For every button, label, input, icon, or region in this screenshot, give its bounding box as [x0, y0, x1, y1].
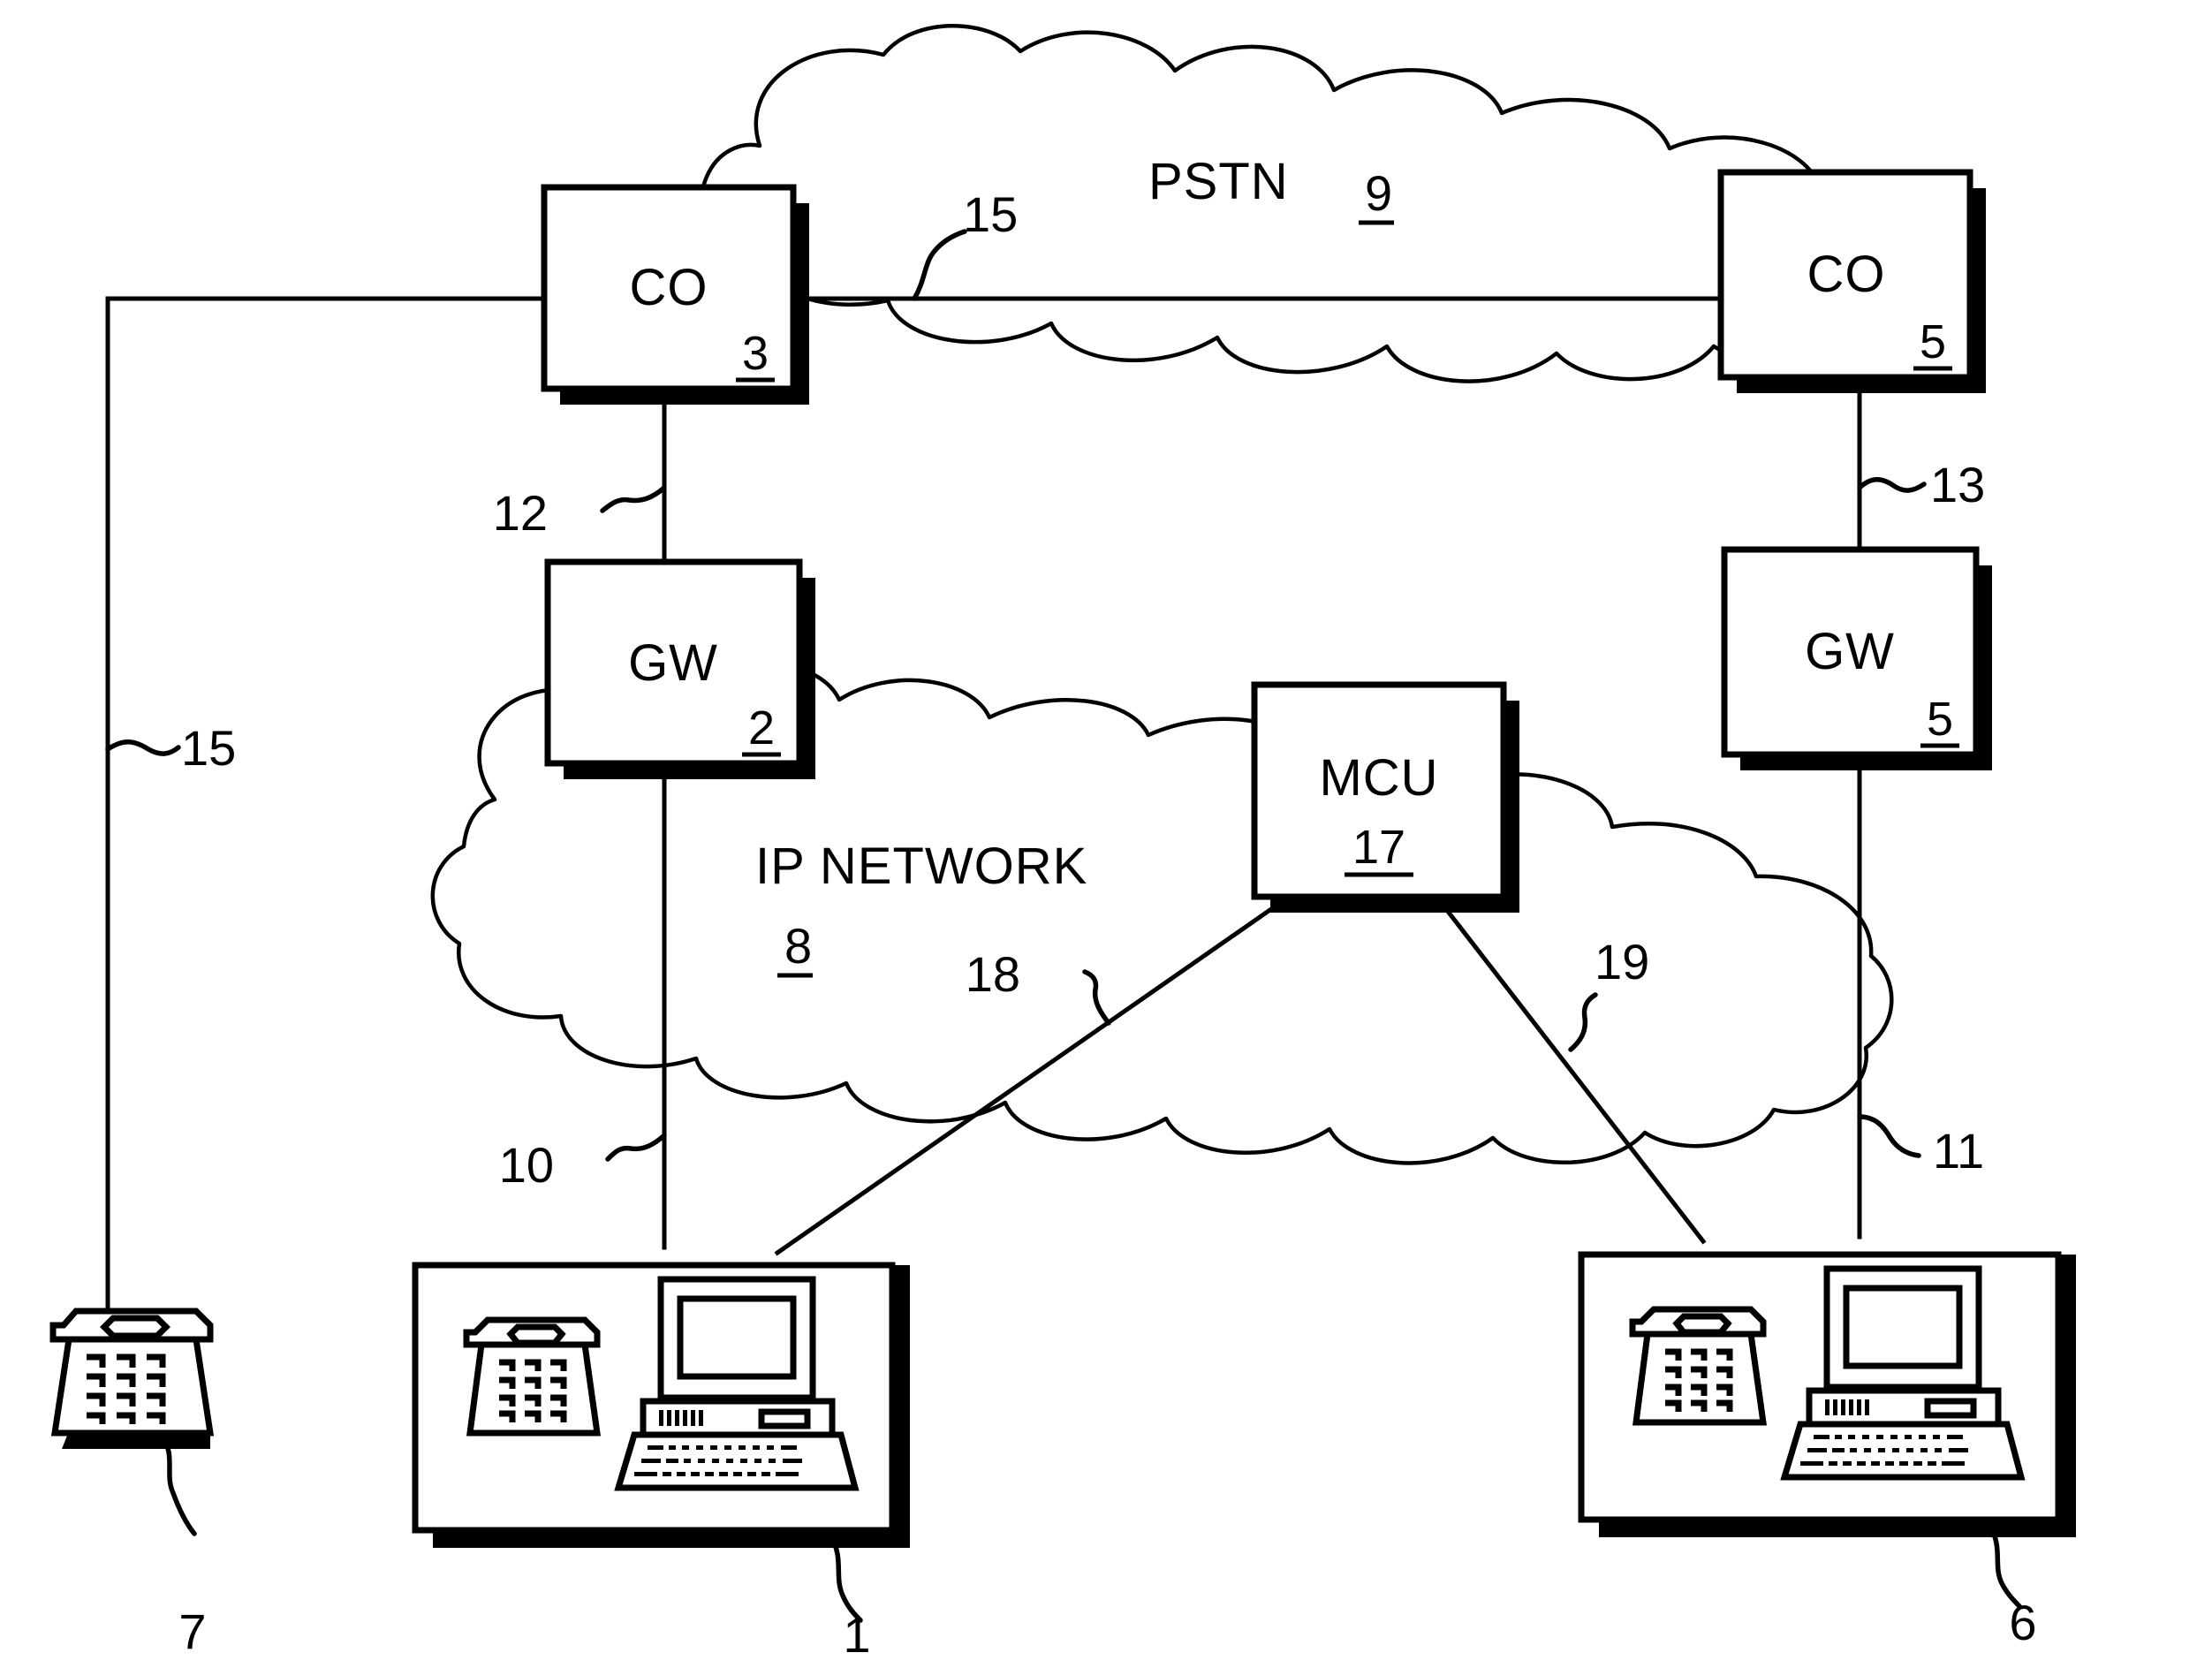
- ref-18: 18: [966, 946, 1020, 1002]
- ref-19: 19: [1595, 934, 1649, 989]
- ip-network-label: IP NETWORK: [755, 838, 1087, 895]
- ref-11: 11: [1933, 1123, 1984, 1179]
- ref-7: 7: [178, 1604, 206, 1659]
- ref-12-leader: [600, 485, 667, 513]
- co-right-ref-number: 5: [1920, 315, 1946, 368]
- terminal-right[interactable]: [1578, 1251, 2076, 1609]
- ref-15-top: 15: [963, 186, 1018, 242]
- ref-10: 10: [499, 1137, 554, 1193]
- ref-1: 1: [843, 1607, 870, 1663]
- phone-standalone[interactable]: [49, 1308, 215, 1536]
- gw-left-ref-number: 2: [748, 701, 775, 754]
- ip-network-ref-number: 8: [784, 918, 812, 974]
- terminal-left[interactable]: [412, 1262, 910, 1623]
- ref-12: 12: [493, 485, 548, 541]
- phone-standalone-receiver: [100, 1315, 170, 1339]
- node-co-left[interactable]: CO 3: [541, 184, 809, 405]
- node-mcu[interactable]: MCU 17: [1251, 681, 1519, 913]
- co-left-ref-number: 3: [742, 327, 769, 380]
- gw-right-label: GW: [1805, 623, 1895, 680]
- figure-canvas: PSTN 9 IP NETWORK 8 CO 3 CO 5 GW 2 GW 5 …: [0, 0, 2212, 1668]
- link-phone7-to-co3: [105, 296, 549, 1312]
- phone-standalone-keypad: [87, 1353, 166, 1424]
- gw-right-ref-number: 5: [1927, 693, 1953, 746]
- ref-13-leader: [1857, 477, 1927, 493]
- ref-6: 6: [2009, 1595, 2036, 1650]
- node-gw-left[interactable]: GW 2: [544, 558, 815, 779]
- pstn-label: PSTN: [1148, 153, 1289, 210]
- ref-10-leader: [605, 1133, 667, 1162]
- ref-11-leader: [1857, 1114, 1921, 1158]
- co-left-label: CO: [630, 259, 708, 316]
- pstn-ref-number: 9: [1365, 165, 1392, 221]
- gw-left-label: GW: [628, 634, 718, 692]
- ref-13: 13: [1930, 457, 1985, 512]
- mcu-ref-number: 17: [1352, 821, 1405, 874]
- ref-15-left-leader: [105, 739, 181, 756]
- node-gw-right[interactable]: GW 5: [1721, 546, 1992, 770]
- ref-15-left: 15: [181, 720, 236, 776]
- network-diagram: PSTN 9 IP NETWORK 8 CO 3 CO 5 GW 2 GW 5 …: [49, 24, 2076, 1663]
- co-right-label: CO: [1807, 246, 1886, 303]
- node-co-right[interactable]: CO 5: [1717, 169, 1986, 393]
- mcu-label: MCU: [1319, 749, 1438, 807]
